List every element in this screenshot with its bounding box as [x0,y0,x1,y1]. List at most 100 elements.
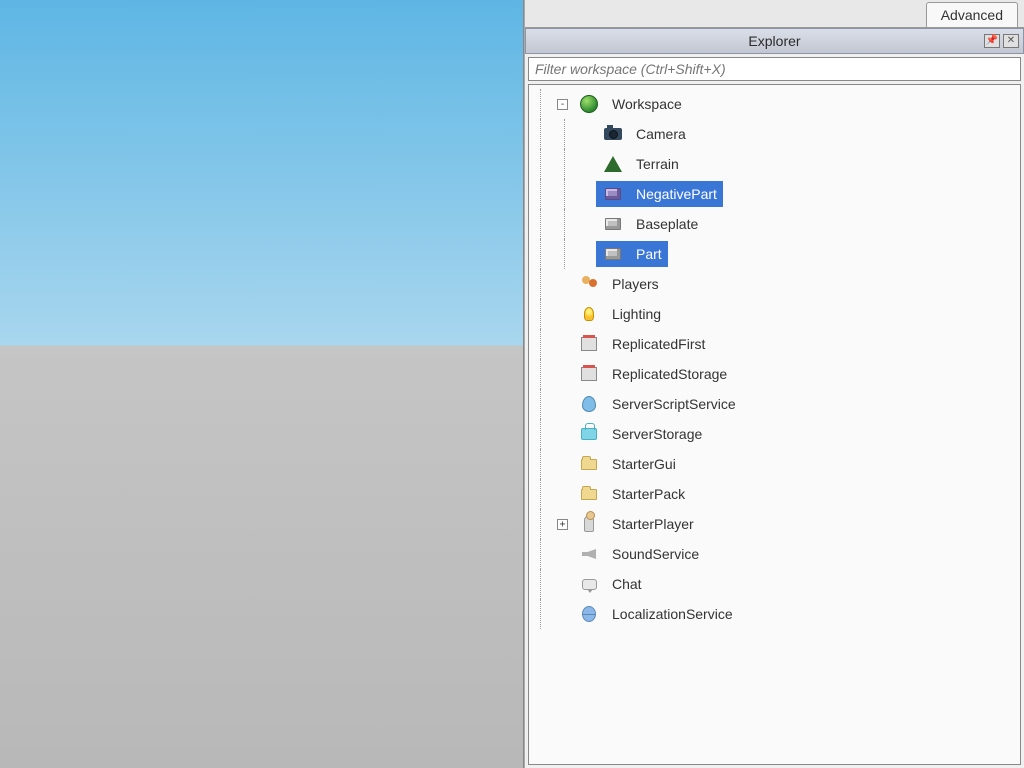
tree-item-content: Workspace [572,91,688,117]
tree-guideline [529,149,553,179]
tree-item-content: ReplicatedFirst [572,331,711,357]
tree-item[interactable]: ReplicatedFirst [529,329,1020,359]
tree-item-label: ReplicatedFirst [612,336,705,352]
tree-item[interactable]: Lighting [529,299,1020,329]
tree-item-label: ServerStorage [612,426,702,442]
tree-guideline [553,179,577,209]
explorer-tree[interactable]: - Workspace Camera Terrain NegativePart Basep… [528,84,1021,765]
tree-item[interactable]: ServerStorage [529,419,1020,449]
tree-item[interactable]: SoundService [529,539,1020,569]
tree-item-content: Camera [596,121,692,147]
filter-input[interactable] [528,57,1021,81]
tree-item[interactable]: - Workspace [529,89,1020,119]
tree-item-content: SoundService [572,541,705,567]
tree-guideline [553,149,577,179]
ribbon-tab-row: Advanced [525,0,1024,28]
tree-item-content: Lighting [572,301,667,327]
no-toggle [581,129,592,140]
tree-guideline [529,569,553,599]
tree-item[interactable]: ServerScriptService [529,389,1020,419]
no-toggle [557,399,568,410]
part-dark-icon [602,183,624,205]
folder-icon [578,483,600,505]
tree-item[interactable]: StarterPack [529,479,1020,509]
expand-toggle[interactable]: + [557,519,568,530]
tree-guideline [529,89,553,119]
terrain-icon [602,153,624,175]
tree-item-content: ReplicatedStorage [572,361,733,387]
avatar-icon [578,513,600,535]
tree-item[interactable]: + StarterPlayer [529,509,1020,539]
tree-guideline [529,329,553,359]
no-toggle [581,219,592,230]
tree-item[interactable]: StarterGui [529,449,1020,479]
tree-guideline [529,239,553,269]
collapse-toggle[interactable]: - [557,99,568,110]
repl-icon [578,333,600,355]
close-button[interactable]: ✕ [1003,34,1019,48]
local-icon [578,603,600,625]
tree-item[interactable]: NegativePart [529,179,1020,209]
viewport-3d[interactable] [0,0,524,768]
tree-item[interactable]: Terrain [529,149,1020,179]
no-toggle [557,489,568,500]
tab-advanced-label: Advanced [941,7,1003,23]
tree-item-content: StarterPlayer [572,511,700,537]
tree-item-label: ReplicatedStorage [612,366,727,382]
tree-item-content: StarterGui [572,451,682,477]
tree-item-label: Workspace [612,96,682,112]
folder-icon [578,453,600,475]
tree-item-content: Terrain [596,151,685,177]
no-toggle [581,159,592,170]
tree-guideline [529,359,553,389]
no-toggle [581,249,592,260]
explorer-header: Explorer 📌 ✕ [525,28,1024,54]
tree-item[interactable]: Baseplate [529,209,1020,239]
tree-item-content: Part [596,241,668,267]
tree-item-label: Terrain [636,156,679,172]
chat-icon [578,573,600,595]
pin-button[interactable]: 📌 [984,34,1000,48]
tree-guideline [529,509,553,539]
close-icon: ✕ [1007,35,1015,46]
sss-icon [578,393,600,415]
tree-item-label: Lighting [612,306,661,322]
explorer-panel: Advanced Explorer 📌 ✕ - Workspace Camera Te… [524,0,1024,768]
tree-item[interactable]: Players [529,269,1020,299]
tree-item-label: NegativePart [636,186,717,202]
tree-item[interactable]: Camera [529,119,1020,149]
tree-item-content: LocalizationService [572,601,739,627]
tree-guideline [529,599,553,629]
part-icon [602,243,624,265]
tree-guideline [553,209,577,239]
no-toggle [581,189,592,200]
tree-guideline [529,269,553,299]
no-toggle [557,429,568,440]
tree-item[interactable]: Chat [529,569,1020,599]
tree-guideline [529,119,553,149]
tree-guideline [553,239,577,269]
no-toggle [557,459,568,470]
no-toggle [557,549,568,560]
tab-advanced[interactable]: Advanced [926,2,1018,27]
tree-item[interactable]: LocalizationService [529,599,1020,629]
tree-item-content: StarterPack [572,481,691,507]
explorer-title: Explorer [748,33,800,49]
tree-guideline [529,209,553,239]
tree-item-content: Players [572,271,665,297]
tree-guideline [529,539,553,569]
tree-item-label: Players [612,276,659,292]
tree-guideline [529,299,553,329]
tree-item-label: SoundService [612,546,699,562]
sstore-icon [578,423,600,445]
camera-icon [602,123,624,145]
pin-icon: 📌 [986,35,998,46]
tree-guideline [529,419,553,449]
tree-item-content: Baseplate [596,211,704,237]
tree-item-label: Part [636,246,662,262]
tree-item[interactable]: ReplicatedStorage [529,359,1020,389]
tree-item-label: StarterPack [612,486,685,502]
tree-item-content: ServerStorage [572,421,708,447]
tree-item[interactable]: Part [529,239,1020,269]
tree-guideline [553,119,577,149]
